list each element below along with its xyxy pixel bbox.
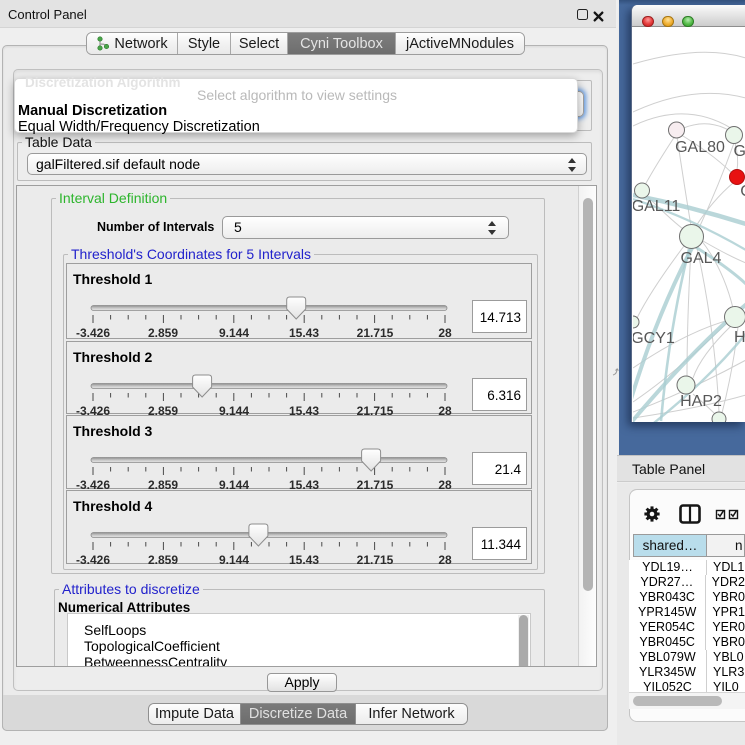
svg-text:HI: HI [734,329,745,346]
svg-text:GAL11: GAL11 [633,198,680,215]
svg-text:GAL80: GAL80 [675,139,725,156]
svg-text:HAP2: HAP2 [680,393,722,410]
svg-text:GCY1: GCY1 [633,330,675,347]
svg-text:GA: GA [733,143,745,160]
svg-text:C: C [740,183,745,200]
svg-text:GAL4: GAL4 [681,250,722,267]
